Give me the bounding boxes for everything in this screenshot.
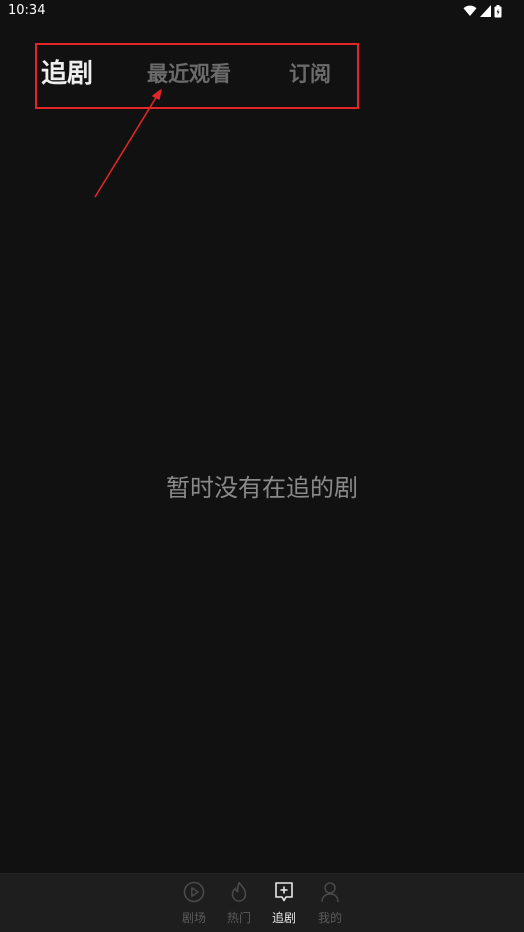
nav-item-following[interactable]: 追剧 xyxy=(261,878,307,930)
flame-icon xyxy=(228,880,250,904)
battery-icon xyxy=(494,4,502,18)
nav-label-hot: 热门 xyxy=(226,911,251,925)
nav-label-following: 追剧 xyxy=(271,911,296,925)
status-bar: 10:34 xyxy=(0,0,524,24)
nav-item-me[interactable]: 我的 xyxy=(307,878,353,930)
annotation-arrow xyxy=(94,89,162,198)
screen: 10:34 追剧 最近观看 订阅 暂时没有在追的剧 剧场 热门 追剧 我的 xyxy=(0,0,524,932)
top-tabs: 追剧 最近观看 订阅 xyxy=(0,44,524,110)
play-circle-icon xyxy=(183,880,205,904)
nav-label-theater: 剧场 xyxy=(181,911,206,925)
tab-following[interactable]: 追剧 xyxy=(41,54,93,94)
bottom-nav: 剧场 热门 追剧 我的 xyxy=(0,873,524,932)
tab-subscriptions[interactable]: 订阅 xyxy=(289,54,331,94)
nav-label-me: 我的 xyxy=(317,911,342,925)
nav-item-theater[interactable]: 剧场 xyxy=(171,878,217,930)
empty-state-message: 暂时没有在追的剧 xyxy=(166,474,358,502)
signal-icon xyxy=(480,5,491,17)
nav-item-hot[interactable]: 热门 xyxy=(216,878,262,930)
wifi-icon xyxy=(463,5,477,17)
tab-recently-watched[interactable]: 最近观看 xyxy=(147,54,231,94)
add-square-icon xyxy=(273,880,295,904)
person-icon xyxy=(319,880,341,904)
status-icons xyxy=(463,4,502,18)
status-time: 10:34 xyxy=(8,3,46,18)
